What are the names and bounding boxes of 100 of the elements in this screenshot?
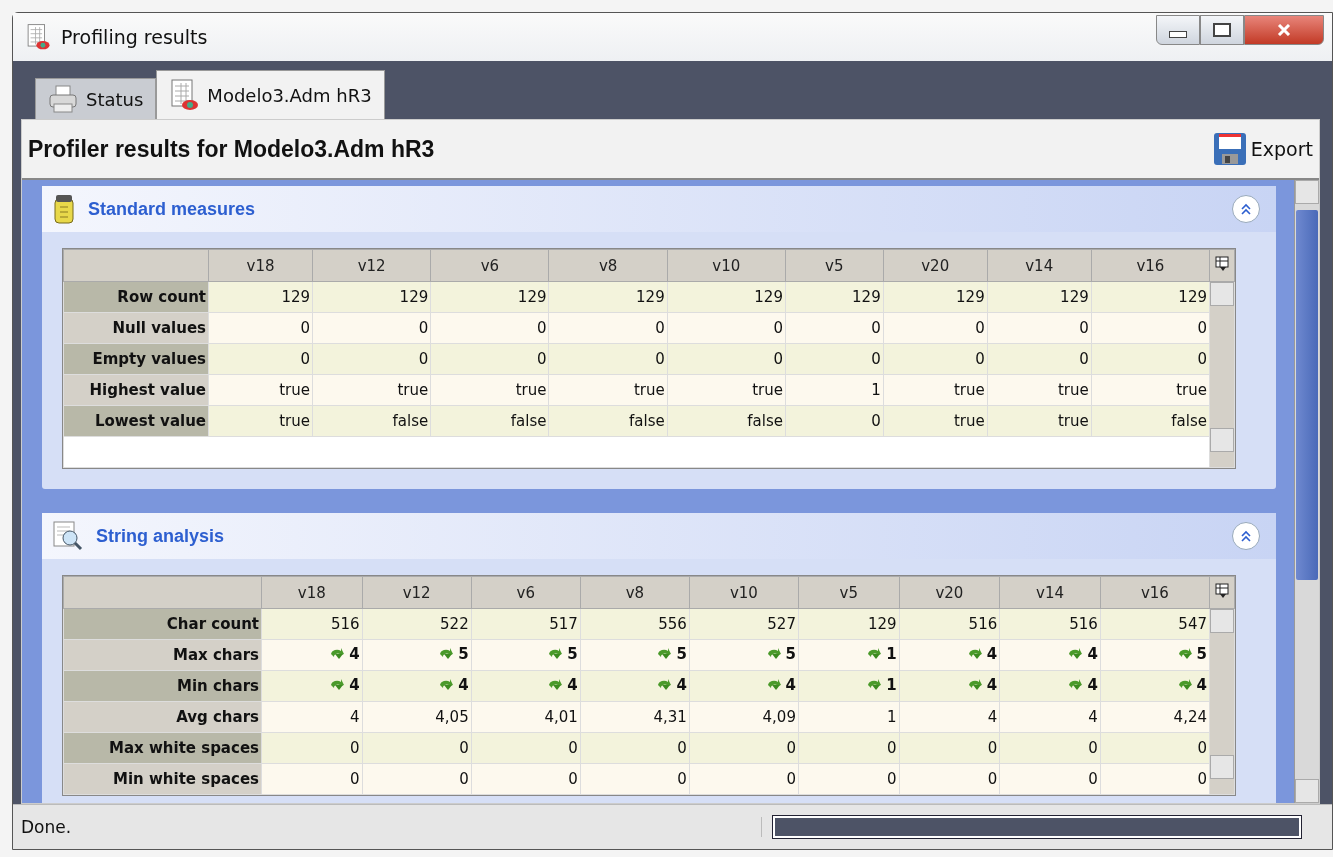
table-cell: 5: [458, 645, 469, 663]
column-header: v8: [580, 576, 690, 609]
table-cell: 129: [883, 281, 988, 313]
table-cell: 129: [312, 281, 431, 313]
scroll-down-button[interactable]: [1210, 755, 1234, 779]
scroll-up-button[interactable]: [1210, 282, 1234, 306]
table-cell: 1: [798, 701, 900, 733]
printer-icon: [48, 84, 78, 114]
table-cell: 0: [430, 312, 549, 344]
column-header: v10: [667, 249, 786, 282]
table-cell: 527: [689, 608, 799, 640]
tab[interactable]: Status: [35, 78, 157, 119]
table-cell: 4: [349, 676, 360, 694]
table-cell: 129: [667, 281, 786, 313]
scrollbar[interactable]: [1210, 282, 1234, 452]
table-cell: 0: [471, 763, 581, 795]
section-title: String analysis: [96, 525, 226, 547]
table-cell: 0: [999, 763, 1101, 795]
table-cell: 517: [471, 608, 581, 640]
canister-icon: [52, 193, 76, 225]
app-icon: [25, 23, 51, 51]
spreadsheet-icon: [169, 78, 200, 112]
close-icon: [1277, 24, 1291, 36]
chevron-up-icon: [1240, 530, 1252, 542]
scrollbar[interactable]: [1210, 609, 1234, 779]
table-cell: 4: [261, 701, 363, 733]
column-chooser-icon: [1215, 582, 1229, 599]
table-cell: true: [312, 374, 431, 406]
tab[interactable]: Modelo3.Adm hR3: [156, 70, 385, 119]
table-cell: true: [1091, 374, 1210, 406]
table-cell: 0: [798, 732, 900, 764]
table-cell: 0: [312, 312, 431, 344]
table-cell: 4,31: [580, 701, 690, 733]
collapse-button[interactable]: [1232, 195, 1260, 223]
table-cell: true: [667, 374, 786, 406]
curved-arrow-icon: [656, 678, 673, 692]
table-cell: false: [312, 405, 431, 437]
table-cell: 4: [1087, 676, 1098, 694]
table-cell: 0: [667, 312, 786, 344]
table-cell: 516: [261, 608, 363, 640]
column-chooser-icon: [1215, 255, 1229, 272]
table-cell: true: [208, 374, 313, 406]
table-cell: 4: [986, 676, 998, 694]
column-header: v14: [999, 576, 1101, 609]
row-header: Max chars: [63, 639, 262, 671]
table-cell: 0: [899, 732, 1000, 764]
table-cell: 0: [785, 343, 884, 375]
column-header: v10: [689, 576, 799, 609]
table-cell: 0: [261, 732, 363, 764]
table-cell: true: [987, 374, 1092, 406]
curved-arrow-icon: [765, 647, 782, 661]
collapse-button[interactable]: [1232, 522, 1260, 550]
maximize-button[interactable]: [1200, 15, 1244, 45]
scroll-thumb[interactable]: [1296, 210, 1318, 580]
table-cell: 0: [899, 763, 1000, 795]
scrollbar[interactable]: [1294, 180, 1319, 803]
table-cell: 0: [471, 732, 581, 764]
table-cell: 4: [676, 676, 687, 694]
curved-arrow-icon: [547, 678, 564, 692]
row-header: Lowest value: [63, 405, 209, 437]
column-header: v16: [1091, 249, 1210, 282]
column-header: v5: [785, 249, 884, 282]
table-cell: 0: [689, 763, 799, 795]
column-header: v16: [1100, 576, 1210, 609]
table-cell: true: [987, 405, 1092, 437]
table-cell: 4: [1196, 676, 1207, 694]
table-cell: 516: [899, 608, 1000, 640]
table-cell: 556: [580, 608, 690, 640]
table-cell: 0: [883, 312, 988, 344]
scroll-down-button[interactable]: [1295, 779, 1319, 803]
table-cell: 516: [999, 608, 1101, 640]
table-cell: 0: [999, 732, 1101, 764]
close-button[interactable]: [1244, 15, 1324, 45]
scroll-up-button[interactable]: [1295, 180, 1319, 204]
minimize-button[interactable]: [1156, 15, 1200, 45]
table-cell: 0: [987, 312, 1092, 344]
column-header: v18: [208, 249, 313, 282]
table-cell: true: [549, 374, 668, 406]
table-cell: 129: [208, 281, 313, 313]
curved-arrow-icon: [438, 678, 455, 692]
table-cell: 522: [362, 608, 472, 640]
table-cell: 4,24: [1100, 701, 1210, 733]
row-header: Char count: [63, 608, 262, 640]
table-cell: 4,09: [689, 701, 799, 733]
curved-arrow-icon: [1176, 678, 1193, 692]
table-cell: 0: [580, 732, 690, 764]
document-search-icon: [52, 520, 84, 552]
curved-arrow-icon: [966, 647, 983, 661]
table-cell: 4: [567, 676, 578, 694]
table-cell: 0: [1091, 312, 1210, 344]
column-header: v6: [471, 576, 581, 609]
column-header: v12: [362, 576, 472, 609]
row-header: Row count: [63, 281, 209, 313]
export-button[interactable]: Export: [1212, 132, 1313, 166]
curved-arrow-icon: [1067, 647, 1084, 661]
row-header: Null values: [63, 312, 209, 344]
scroll-down-button[interactable]: [1210, 428, 1234, 452]
table-cell: 0: [312, 343, 431, 375]
scroll-up-button[interactable]: [1210, 609, 1234, 633]
row-header: Min chars: [63, 670, 262, 702]
